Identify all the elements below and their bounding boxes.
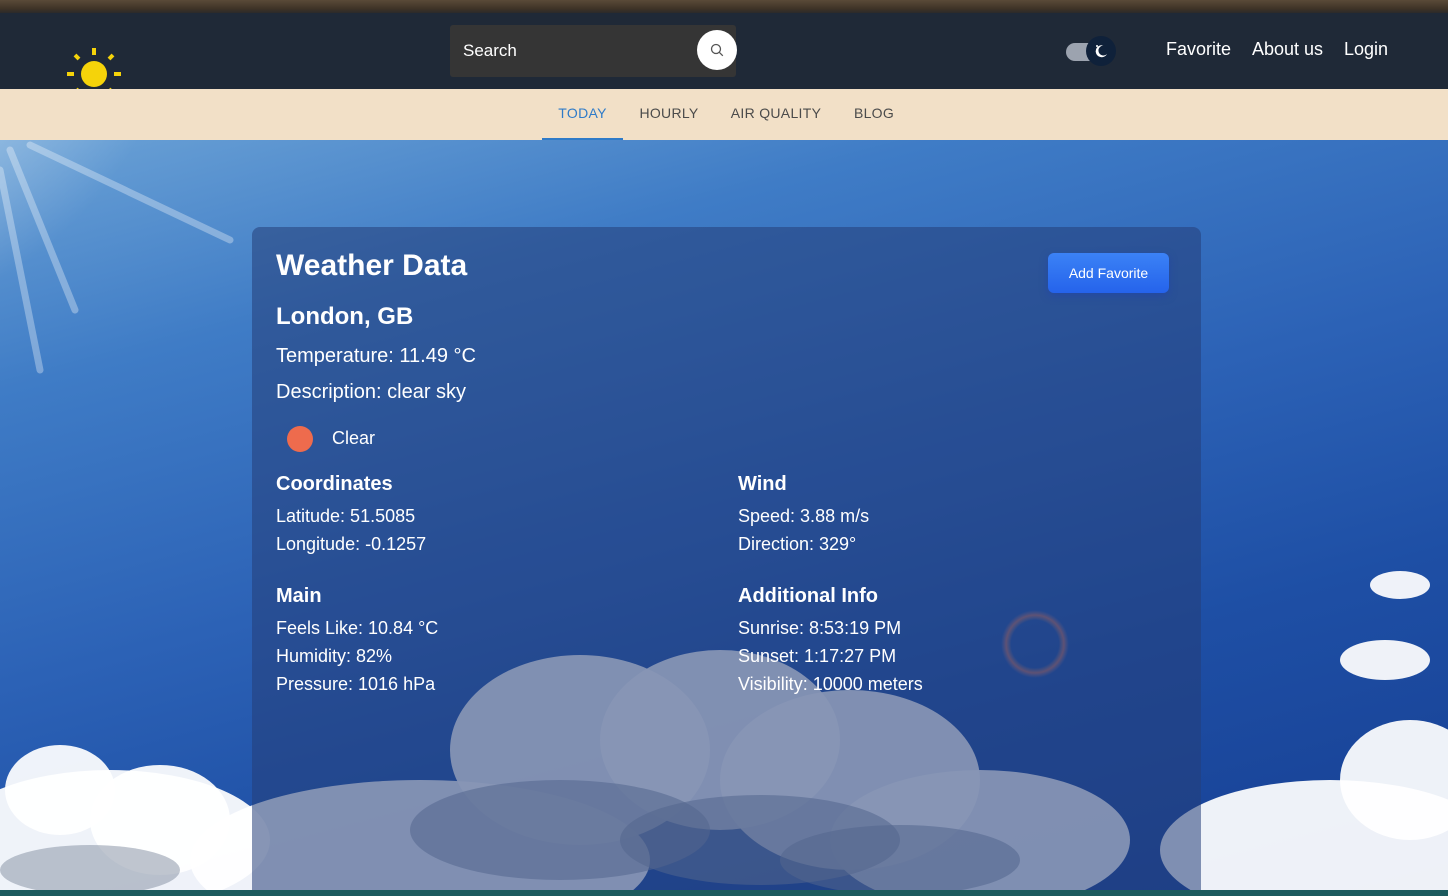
sunrise-text: Sunrise: 8:53:19 PM xyxy=(738,618,902,638)
search-input[interactable] xyxy=(463,38,683,64)
dark-mode-toggle[interactable] xyxy=(1066,36,1116,66)
description-text: Description: clear sky xyxy=(276,381,467,403)
nav-link-about-us[interactable]: About us xyxy=(1252,39,1323,60)
humidity-text: Humidity: 82% xyxy=(276,646,393,666)
tab-blog[interactable]: BLOG xyxy=(845,89,903,140)
tab-today[interactable]: TODAY xyxy=(542,89,623,140)
wind-speed-text: Speed: 3.88 m/s xyxy=(738,506,870,526)
main-heading: Main xyxy=(276,585,322,607)
weather-condition-label: Clear xyxy=(332,428,376,448)
tab-hourly[interactable]: HOURLY xyxy=(629,89,709,140)
tab-air-quality[interactable]: AIR QUALITY xyxy=(722,89,830,140)
search-button[interactable] xyxy=(697,30,737,70)
window-bottom-strip xyxy=(0,890,1448,896)
window-top-strip xyxy=(0,0,1448,13)
additional-info-heading: Additional Info xyxy=(738,585,878,607)
add-favorite-button[interactable]: Add Favorite xyxy=(1048,253,1169,293)
wind-direction-text: Direction: 329° xyxy=(738,534,857,554)
tab-bar: TODAY HOURLY AIR QUALITY BLOG xyxy=(0,89,1448,140)
moon-icon xyxy=(1095,45,1107,58)
weather-condition-icon xyxy=(287,426,313,452)
pressure-text: Pressure: 1016 hPa xyxy=(276,674,436,694)
visibility-text: Visibility: 10000 meters xyxy=(738,674,923,694)
sunset-text: Sunset: 1:17:27 PM xyxy=(738,646,897,666)
search-icon xyxy=(710,43,724,57)
navbar: Favorite About us Login xyxy=(0,13,1448,102)
nav-link-login[interactable]: Login xyxy=(1344,39,1388,60)
latitude-text: Latitude: 51.5085 xyxy=(276,506,416,526)
temperature-text: Temperature: 11.49 °C xyxy=(276,345,476,367)
toggle-knob xyxy=(1086,36,1116,66)
longitude-text: Longitude: -0.1257 xyxy=(276,534,427,554)
nav-link-favorite[interactable]: Favorite xyxy=(1166,39,1231,60)
search-box xyxy=(450,25,736,77)
coordinates-heading: Coordinates xyxy=(276,473,393,495)
wind-heading: Wind xyxy=(738,473,787,495)
card-title: Weather Data xyxy=(276,249,468,282)
weather-card: Weather Data Add Favorite London, GB Tem… xyxy=(252,227,1201,896)
city-name: London, GB xyxy=(276,303,414,330)
feels-like-text: Feels Like: 10.84 °C xyxy=(276,618,439,638)
